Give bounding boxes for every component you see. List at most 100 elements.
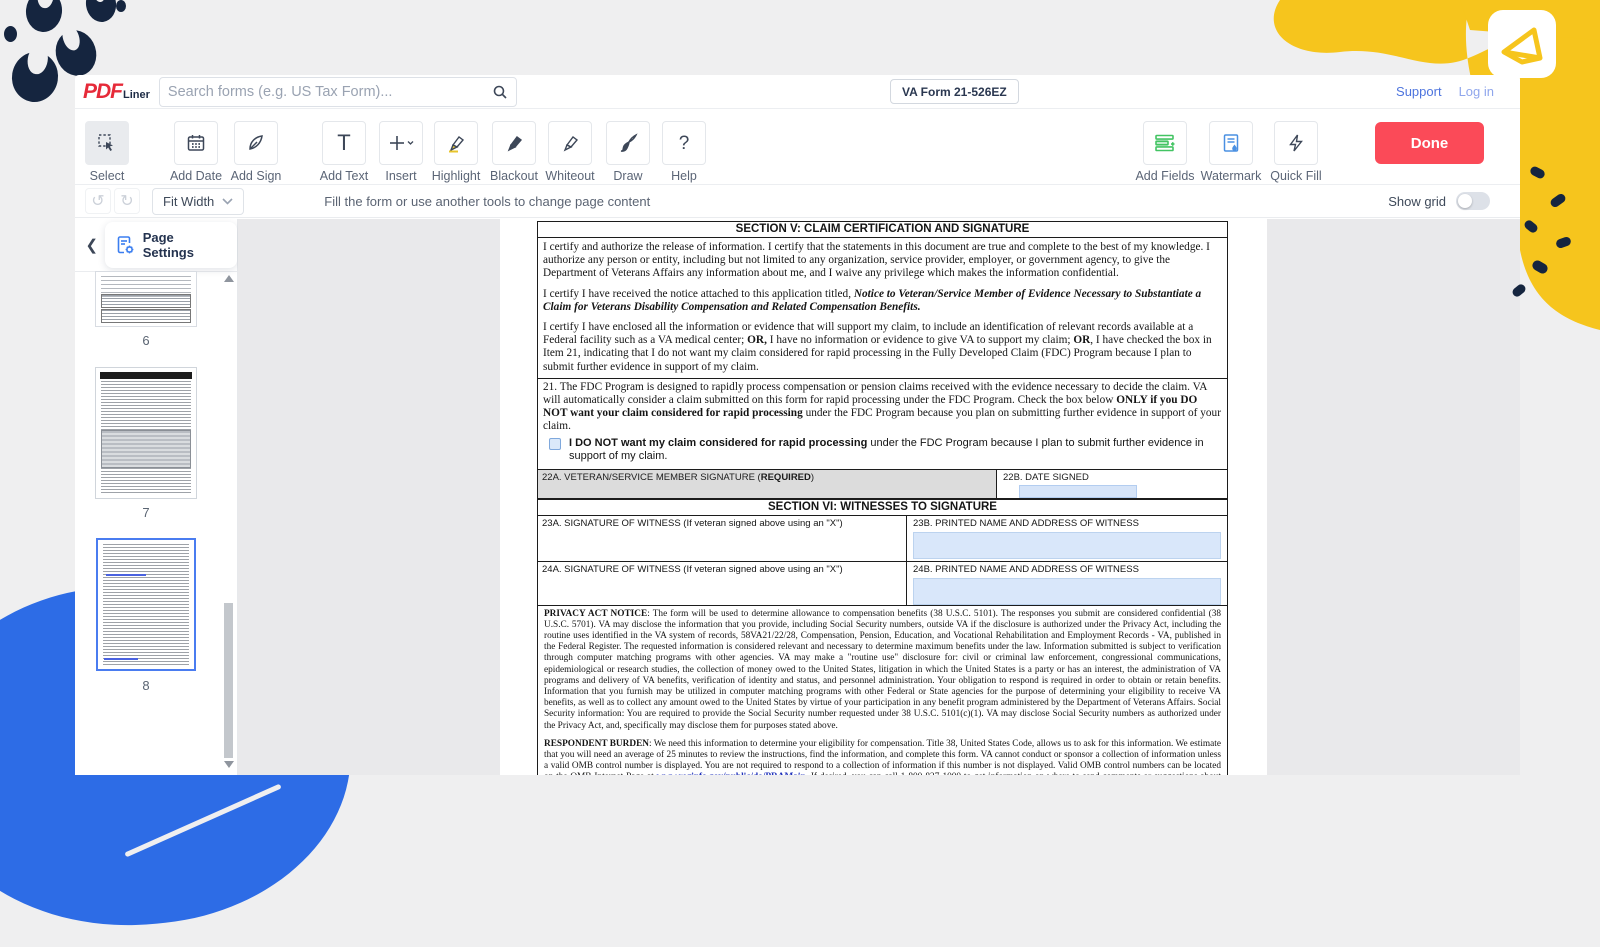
redo-icon: ↻ [120,191,133,211]
pdfliner-app-window: PDFLiner VA Form 21-526EZ Support Log in [75,75,1520,775]
lightning-icon [1286,133,1306,153]
show-grid-label: Show grid [1388,194,1446,209]
sub-toolbar: ↺ ↻ Fit Width Fill the form or use anoth… [75,185,1520,218]
support-link[interactable]: Support [1396,84,1442,99]
row-22: 22A. VETERAN/SERVICE MEMBER SIGNATURE (R… [538,469,1227,500]
veteran-signature-cell: 22A. VETERAN/SERVICE MEMBER SIGNATURE (R… [538,470,997,498]
add-date-button[interactable]: Add Date [172,121,220,183]
fdc-opt-out-label: I DO NOT want my claim considered for ra… [569,437,1222,464]
sidebar-header: ❮ Page Settings [75,219,237,272]
collapse-sidebar-button[interactable]: ❮ [81,230,103,260]
scroll-down-arrow[interactable] [224,761,234,768]
witness2-name-cell: 24B. PRINTED NAME AND ADDRESS OF WITNESS [907,562,1227,605]
watermark-icon [1221,133,1241,153]
decor-navy-blob [84,0,119,24]
highlight-brush-icon [446,133,466,153]
witness1-signature-cell: 23A. SIGNATURE OF WITNESS (If veteran si… [538,516,907,561]
add-sign-button[interactable]: Add Sign [232,121,280,183]
add-fields-button[interactable]: Add Fields [1141,121,1189,183]
scroll-up-arrow[interactable] [224,275,234,282]
page-thumbnail-6[interactable] [96,272,196,326]
decor-navy-dot [116,0,126,12]
thumbnail-list: 6 7 8 [75,272,237,693]
certification-paragraph-3: I certify I have enclosed all the inform… [538,318,1227,378]
page-number-label: 7 [96,505,196,520]
zoom-mode-value: Fit Width [163,194,214,209]
done-button[interactable]: Done [1375,122,1484,164]
witness1-name-cell: 23B. PRINTED NAME AND ADDRESS OF WITNESS [907,516,1227,561]
select-tool-button[interactable]: Select [83,121,131,183]
respondent-burden: RESPONDENT BURDEN: We need this informat… [538,736,1227,775]
highlight-button[interactable]: Highlight [432,121,480,183]
calendar-icon [186,133,206,153]
insert-plus-icon [388,133,414,153]
toolbar: Select Add Date Add Sign T Add [75,109,1520,185]
pdfliner-logo[interactable]: PDFLiner [83,80,150,104]
section5-header: SECTION V: CLAIM CERTIFICATION AND SIGNA… [538,222,1227,238]
add-fields-icon [1154,133,1176,153]
sidebar-scrollbar[interactable] [223,275,235,770]
search-input[interactable] [168,84,492,100]
whiteout-button[interactable]: Whiteout [546,121,594,183]
pages-sidebar: ❮ Page Settings [75,219,238,775]
certification-paragraph-2: I certify I have received the notice att… [538,285,1227,318]
date-signed-label: 22B. DATE SIGNED [1003,472,1221,483]
page-hint-text: Fill the form or use another tools to ch… [324,194,650,209]
select-icon [97,133,117,153]
text-icon: T [337,132,350,154]
witness1-name-label: 23B. PRINTED NAME AND ADDRESS OF WITNESS [913,518,1221,529]
scrollbar-thumb[interactable] [224,603,233,758]
search-box[interactable] [159,77,517,107]
item-21-block: 21. The FDC Program is designed to rapid… [538,378,1227,469]
signature-pen-icon [246,133,266,153]
witness2-name-field[interactable] [913,578,1221,605]
witness1-name-field[interactable] [913,532,1221,559]
pdf-page-8: SECTION V: CLAIM CERTIFICATION AND SIGNA… [500,219,1267,775]
privacy-act-notice: PRIVACY ACT NOTICE: The form will be use… [538,606,1227,736]
search-icon[interactable] [492,84,508,100]
form-title-badge: VA Form 21-526EZ [890,79,1019,104]
logo-pdf-text: PDF [83,80,122,104]
insert-button[interactable]: Insert [377,121,425,183]
page-number-label: 6 [96,333,196,348]
logo-liner-text: Liner [123,89,150,101]
blackout-brush-icon [504,133,524,153]
row-24: 24A. SIGNATURE OF WITNESS (If veteran si… [538,562,1227,606]
page-settings-button[interactable]: Page Settings [105,222,237,268]
whiteout-brush-icon [560,133,580,153]
draw-button[interactable]: Draw [604,121,652,183]
page-number-label: 8 [96,678,196,693]
date-signed-field[interactable] [1019,485,1137,498]
certification-paragraph-1: I certify and authorize the release of i… [538,238,1227,285]
page-thumbnail-8-selected[interactable] [96,538,196,671]
help-button[interactable]: ? Help [660,121,708,183]
fdc-opt-out-checkbox[interactable] [549,438,561,450]
login-link[interactable]: Log in [1459,84,1494,99]
section6-header: SECTION VI: WITNESSES TO SIGNATURE [538,500,1227,516]
witness2-name-label: 24B. PRINTED NAME AND ADDRESS OF WITNESS [913,564,1221,575]
zoom-mode-dropdown[interactable]: Fit Width [152,188,244,215]
page-settings-icon [115,235,136,256]
show-grid-toggle[interactable] [1456,192,1490,210]
decor-navy-dot [4,26,17,42]
question-icon: ? [679,134,690,153]
pdfliner-app-icon [1488,10,1556,78]
undo-button[interactable]: ↺ [85,188,111,214]
pramain-link[interactable]: www.reginfo.gov/public/do/PRAMain [657,772,806,775]
page-thumbnail-7[interactable] [96,368,196,498]
quick-fill-button[interactable]: Quick Fill [1272,121,1320,183]
chevron-down-icon [222,198,233,205]
blackout-button[interactable]: Blackout [490,121,538,183]
add-text-button[interactable]: T Add Text [320,121,368,183]
watermark-button[interactable]: Watermark [1207,121,1255,183]
decor-navy-blob [8,49,61,106]
witness2-signature-cell: 24A. SIGNATURE OF WITNESS (If veteran si… [538,562,907,605]
undo-icon: ↺ [91,191,104,211]
row-23: 23A. SIGNATURE OF WITNESS (If veteran si… [538,516,1227,562]
document-canvas: SECTION V: CLAIM CERTIFICATION AND SIGNA… [238,219,1520,775]
date-signed-cell: 22B. DATE SIGNED [997,470,1227,498]
decor-navy-blob [24,0,64,34]
paintbrush-icon [618,133,638,153]
app-header: PDFLiner VA Form 21-526EZ Support Log in [75,75,1520,109]
redo-button[interactable]: ↻ [114,188,140,214]
